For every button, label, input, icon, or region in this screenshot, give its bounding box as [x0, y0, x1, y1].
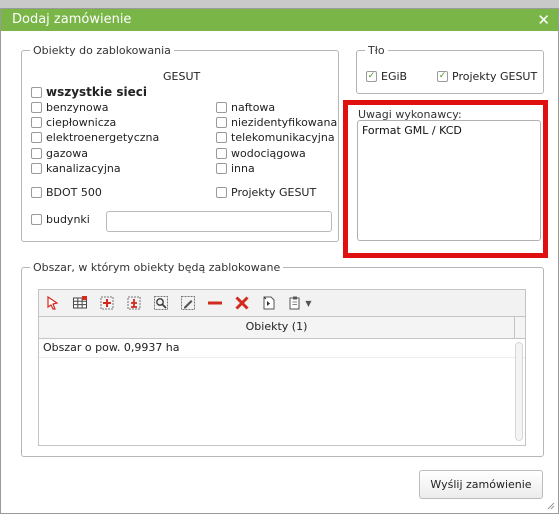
checkbox-naftowa[interactable]: naftowa	[216, 101, 275, 114]
add-order-dialog: Dodaj zamówienie ✕ Obiekty do zablokowan…	[0, 8, 559, 514]
background-group: Tło	[356, 44, 544, 94]
checkbox-box[interactable]	[31, 86, 42, 98]
checkbox-label: BDOT 500	[46, 186, 102, 199]
checkbox-label: budynki	[46, 213, 90, 226]
checkbox-label: EGiB	[381, 70, 408, 83]
checkbox-box[interactable]	[31, 187, 42, 198]
checkbox-label: Projekty GESUT	[231, 186, 317, 199]
table-row[interactable]: Obszar o pow. 0,9937 ha	[39, 339, 525, 358]
checkbox-label: elektroenergetyczna	[46, 131, 160, 144]
checkbox-box[interactable]	[31, 148, 42, 159]
objects-grid: Obszar o pow. 0,9937 ha	[38, 339, 526, 446]
budynki-input[interactable]	[106, 211, 332, 232]
checkbox-wodociagowa[interactable]: wodociągowa	[216, 147, 306, 160]
objects-group-legend: Obiekty do zablokowania	[33, 44, 171, 57]
checkbox-elektroenergetyczna[interactable]: elektroenergetyczna	[31, 131, 159, 144]
column-header-objects[interactable]: Obiekty (1)	[39, 317, 515, 338]
area-toolbar: ▼	[38, 289, 526, 317]
checkbox-box[interactable]	[31, 132, 42, 143]
checkmark-icon[interactable]: ✓	[366, 71, 377, 82]
resize-grip-icon[interactable]	[547, 502, 555, 510]
dialog-titlebar[interactable]: Dodaj zamówienie ✕	[1, 9, 558, 31]
table-icon[interactable]	[69, 292, 91, 314]
objects-grid-header: Obiekty (1)	[38, 317, 526, 339]
checkbox-telekomunikacyjna[interactable]: telekomunikacyjna	[216, 131, 335, 144]
dialog-title: Dodaj zamówienie	[12, 12, 132, 27]
checkbox-box[interactable]	[31, 117, 42, 128]
checkbox-box[interactable]	[216, 117, 227, 128]
chevron-down-icon[interactable]: ▼	[305, 299, 311, 308]
close-icon[interactable]: ✕	[537, 11, 550, 29]
checkbox-benzynowa[interactable]: benzynowa	[31, 101, 108, 114]
checkbox-background-projekty-gesut[interactable]: ✓ Projekty GESUT	[437, 70, 537, 83]
checkbox-label: ciepłownicza	[46, 116, 117, 129]
select-pointer-icon[interactable]	[42, 292, 64, 314]
checkbox-box[interactable]	[216, 148, 227, 159]
checkbox-label: naftowa	[231, 101, 276, 114]
delete-icon[interactable]	[231, 292, 253, 314]
checkbox-box[interactable]	[216, 187, 227, 198]
remove-icon[interactable]	[204, 292, 226, 314]
checkbox-box[interactable]	[216, 102, 227, 113]
send-order-button[interactable]: Wyślij zamówienie	[419, 470, 543, 499]
checkmark-icon[interactable]: ✓	[437, 71, 448, 82]
checkbox-box[interactable]	[31, 163, 42, 174]
paste-menu-icon[interactable]: ▼	[285, 292, 315, 314]
add-point-icon[interactable]	[96, 292, 118, 314]
checkbox-niezidentyfikowana[interactable]: niezidentyfikowana	[216, 116, 337, 129]
checkbox-gazowa[interactable]: gazowa	[31, 147, 88, 160]
area-group-legend: Obszar, w którym obiekty będą zablokowan…	[33, 261, 281, 274]
checkbox-bdot500[interactable]: BDOT 500	[31, 186, 102, 199]
checkbox-all-networks[interactable]: wszystkie sieci	[31, 85, 147, 99]
checkbox-egib[interactable]: ✓ EGiB	[366, 70, 407, 83]
checkbox-label: wodociągowa	[231, 147, 306, 160]
edit-geometry-icon[interactable]	[177, 292, 199, 314]
checkbox-budynki[interactable]: budynki	[31, 213, 90, 226]
checkbox-box[interactable]	[31, 102, 42, 113]
checkbox-label: benzynowa	[46, 101, 109, 114]
checkbox-kanalizacyjna[interactable]: kanalizacyjna	[31, 162, 121, 175]
contractor-notes-textarea[interactable]: Format GML / KCD	[357, 120, 541, 241]
scrollbar-header	[515, 317, 525, 338]
add-center-icon[interactable]	[123, 292, 145, 314]
checkbox-label: wszystkie sieci	[46, 85, 147, 99]
import-icon[interactable]	[258, 292, 280, 314]
gesut-header: GESUT	[163, 70, 201, 83]
zoom-extent-icon[interactable]	[150, 292, 172, 314]
checkbox-inna[interactable]: inna	[216, 162, 255, 175]
checkbox-projekty-gesut[interactable]: Projekty GESUT	[216, 186, 316, 199]
background-group-legend: Tło	[368, 44, 385, 57]
checkbox-box[interactable]	[216, 132, 227, 143]
checkbox-label: Projekty GESUT	[452, 70, 538, 83]
checkbox-label: inna	[231, 162, 255, 175]
checkbox-label: telekomunikacyjna	[231, 131, 335, 144]
checkbox-box[interactable]	[216, 163, 227, 174]
checkbox-label: kanalizacyjna	[46, 162, 121, 175]
checkbox-label: gazowa	[46, 147, 88, 160]
checkbox-cieplownicza[interactable]: ciepłownicza	[31, 116, 116, 129]
checkbox-label: niezidentyfikowana	[231, 116, 338, 129]
checkbox-box[interactable]	[31, 214, 42, 225]
vertical-scrollbar[interactable]	[515, 342, 523, 441]
